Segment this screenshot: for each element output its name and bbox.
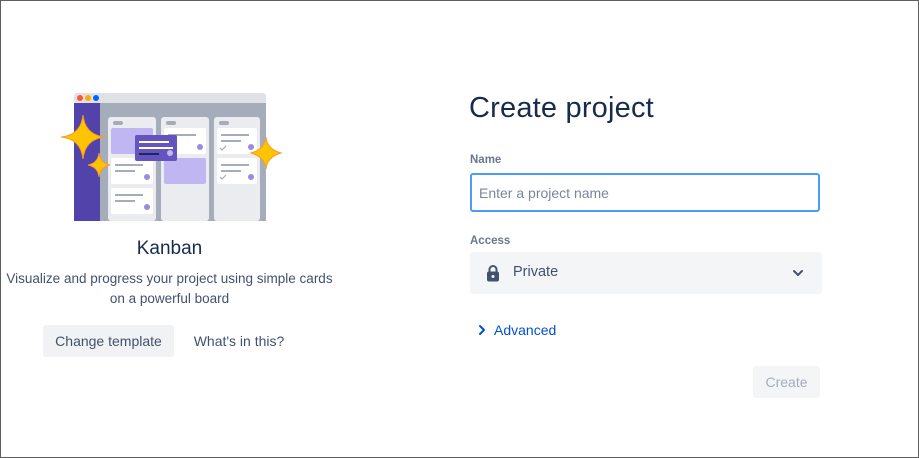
lock-icon	[487, 265, 499, 282]
access-select[interactable]: Private	[470, 252, 822, 294]
advanced-label: Advanced	[494, 322, 557, 338]
template-name: Kanban	[136, 238, 203, 259]
advanced-toggle[interactable]: Advanced	[477, 320, 556, 340]
create-project-dialog: Kanban Visualize and progress your proje…	[0, 0, 919, 458]
name-field-label: Name	[470, 154, 502, 166]
access-value: Private	[513, 264, 559, 280]
chevron-right-icon	[479, 325, 485, 335]
chevron-down-icon	[793, 270, 803, 276]
change-template-button[interactable]: Change template	[43, 325, 174, 357]
template-description: Visualize and progress your project usin…	[6, 271, 333, 306]
create-button[interactable]: Create	[753, 366, 820, 398]
kanban-board-illustration	[60, 93, 283, 221]
project-name-input[interactable]	[470, 173, 820, 212]
access-field-label: Access	[470, 235, 511, 247]
page-title: Create project	[469, 92, 654, 124]
whats-in-this-button[interactable]: What's in this?	[184, 325, 294, 357]
